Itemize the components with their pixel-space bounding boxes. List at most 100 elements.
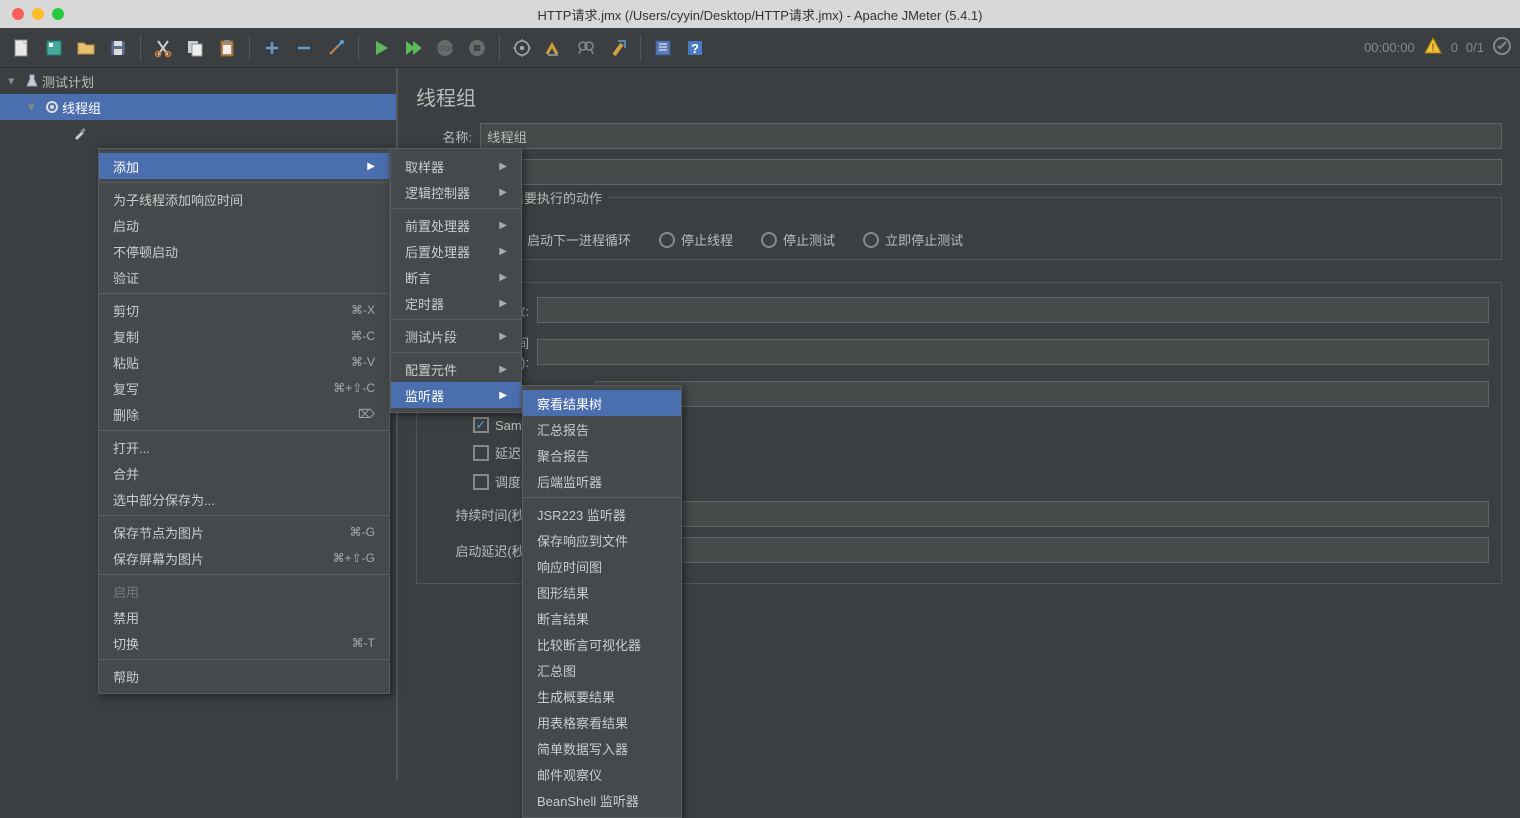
delay-thread-checkbox[interactable]	[473, 445, 489, 461]
tree-row-thread-group[interactable]: ▾ 线程组	[0, 94, 396, 120]
start-no-pause-icon[interactable]	[399, 34, 427, 62]
menu-remove[interactable]: 删除⌦	[99, 401, 389, 427]
menu-summary-graph[interactable]: 汇总图	[523, 657, 681, 683]
menu-save-node-image[interactable]: 保存节点为图片⌘-G	[99, 519, 389, 545]
menu-generate-summary[interactable]: 生成概要结果	[523, 683, 681, 709]
menu-start[interactable]: 启动	[99, 212, 389, 238]
thread-ratio: 0/1	[1466, 40, 1484, 55]
menu-save-screen-image[interactable]: 保存屏幕为图片⌘+⇧-G	[99, 545, 389, 571]
svg-text:?: ?	[691, 41, 699, 56]
warning-icon[interactable]: !	[1423, 36, 1443, 59]
main-toolbar: STOP ? 00:00:00 ! 0 0/1	[0, 28, 1520, 68]
reset-search-icon[interactable]	[604, 34, 632, 62]
save-icon[interactable]	[104, 34, 132, 62]
menu-assertion-results[interactable]: 断言结果	[523, 605, 681, 631]
tree-label: 线程组	[62, 98, 101, 117]
close-window-button[interactable]	[12, 8, 24, 20]
start-icon[interactable]	[367, 34, 395, 62]
radio-stop-test-now[interactable]: 立即停止测试	[863, 230, 963, 249]
menu-toggle[interactable]: 切换⌘-T	[99, 630, 389, 656]
tree-expand-icon[interactable]: ▾	[8, 73, 22, 89]
minimize-window-button[interactable]	[32, 8, 44, 20]
clear-icon[interactable]	[508, 34, 536, 62]
open-file-icon[interactable]	[72, 34, 100, 62]
dropper-icon	[70, 124, 90, 142]
menu-cut[interactable]: 剪切⌘-X	[99, 297, 389, 323]
radio-start-next-loop[interactable]: 启动下一进程循环	[505, 230, 631, 249]
shutdown-icon[interactable]	[463, 34, 491, 62]
menu-post-processor[interactable]: 后置处理器▶	[391, 238, 521, 264]
toggle-icon[interactable]	[322, 34, 350, 62]
menu-disable[interactable]: 禁用	[99, 604, 389, 630]
svg-text:!: !	[1431, 42, 1434, 54]
stop-icon[interactable]: STOP	[431, 34, 459, 62]
gear-icon	[42, 98, 62, 116]
templates-icon[interactable]	[40, 34, 68, 62]
menu-add-think-time[interactable]: 为子线程添加响应时间	[99, 186, 389, 212]
same-user-checkbox[interactable]: ✓	[473, 417, 489, 433]
menu-sampler[interactable]: 取样器▶	[391, 153, 521, 179]
comment-input[interactable]	[480, 159, 1502, 185]
menu-mailer-visualizer[interactable]: 邮件观察仪	[523, 761, 681, 787]
menu-validate[interactable]: 验证	[99, 264, 389, 290]
threads-input[interactable]	[537, 297, 1489, 323]
menu-graph-results[interactable]: 图形结果	[523, 579, 681, 605]
menu-view-results-tree[interactable]: 察看结果树	[523, 390, 681, 416]
search-icon[interactable]	[572, 34, 600, 62]
loop-input[interactable]	[595, 381, 1489, 407]
menu-simple-data-writer[interactable]: 简单数据写入器	[523, 735, 681, 761]
clear-all-icon[interactable]	[540, 34, 568, 62]
radio-stop-test[interactable]: 停止测试	[761, 230, 835, 249]
scheduler-checkbox[interactable]	[473, 474, 489, 490]
menu-assertion[interactable]: 断言▶	[391, 264, 521, 290]
menu-test-fragment[interactable]: 测试片段▶	[391, 323, 521, 349]
active-threads-icon[interactable]	[1492, 36, 1512, 59]
menu-save-selection-as[interactable]: 选中部分保存为...	[99, 486, 389, 512]
window-title: HTTP请求.jmx (/Users/cyyin/Desktop/HTTP请求.…	[0, 5, 1520, 24]
menu-jsr223-listener[interactable]: JSR223 监听器	[523, 501, 681, 527]
menu-config-element[interactable]: 配置元件▶	[391, 356, 521, 382]
beaker-icon	[22, 72, 42, 90]
menu-listener[interactable]: 监听器▶	[391, 382, 521, 408]
name-input[interactable]	[480, 123, 1502, 149]
menu-open[interactable]: 打开...	[99, 434, 389, 460]
tree-expand-icon[interactable]: ▾	[28, 99, 42, 115]
paste-icon[interactable]	[213, 34, 241, 62]
menu-table-results[interactable]: 用表格察看结果	[523, 709, 681, 735]
menu-compare-assertion[interactable]: 比较断言可视化器	[523, 631, 681, 657]
function-helper-icon[interactable]	[649, 34, 677, 62]
menu-aggregate-report[interactable]: 聚合报告	[523, 442, 681, 468]
svg-text:STOP: STOP	[437, 47, 453, 53]
menu-timer[interactable]: 定时器▶	[391, 290, 521, 316]
menu-start-no-pauses[interactable]: 不停顿启动	[99, 238, 389, 264]
submenu-add: 取样器▶ 逻辑控制器▶ 前置处理器▶ 后置处理器▶ 断言▶ 定时器▶ 测试片段▶…	[390, 148, 522, 413]
menu-duplicate[interactable]: 复写⌘+⇧-C	[99, 375, 389, 401]
menu-save-responses[interactable]: 保存响应到文件	[523, 527, 681, 553]
menu-paste[interactable]: 粘贴⌘-V	[99, 349, 389, 375]
copy-icon[interactable]	[181, 34, 209, 62]
menu-backend-listener[interactable]: 后端监听器	[523, 468, 681, 494]
maximize-window-button[interactable]	[52, 8, 64, 20]
tree-row-test-plan[interactable]: ▾ 测试计划	[0, 68, 396, 94]
cut-icon[interactable]	[149, 34, 177, 62]
menu-help[interactable]: 帮助	[99, 663, 389, 689]
rampup-input[interactable]	[537, 339, 1489, 365]
tree-row-sampler[interactable]	[0, 120, 396, 146]
name-label: 名称:	[416, 127, 472, 146]
menu-summary-report[interactable]: 汇总报告	[523, 416, 681, 442]
menu-response-time-graph[interactable]: 响应时间图	[523, 553, 681, 579]
menu-copy[interactable]: 复制⌘-C	[99, 323, 389, 349]
help-icon[interactable]: ?	[681, 34, 709, 62]
menu-logic-controller[interactable]: 逻辑控制器▶	[391, 179, 521, 205]
elapsed-time: 00:00:00	[1364, 40, 1415, 55]
menu-pre-processor[interactable]: 前置处理器▶	[391, 212, 521, 238]
collapse-icon[interactable]	[290, 34, 318, 62]
new-file-icon[interactable]	[8, 34, 36, 62]
menu-add[interactable]: 添加▶	[99, 153, 389, 179]
menu-merge[interactable]: 合并	[99, 460, 389, 486]
expand-icon[interactable]	[258, 34, 286, 62]
radio-stop-thread[interactable]: 停止线程	[659, 230, 733, 249]
tree-label: 测试计划	[42, 72, 94, 91]
window-title-bar: HTTP请求.jmx (/Users/cyyin/Desktop/HTTP请求.…	[0, 0, 1520, 28]
menu-beanshell-listener[interactable]: BeanShell 监听器	[523, 787, 681, 813]
